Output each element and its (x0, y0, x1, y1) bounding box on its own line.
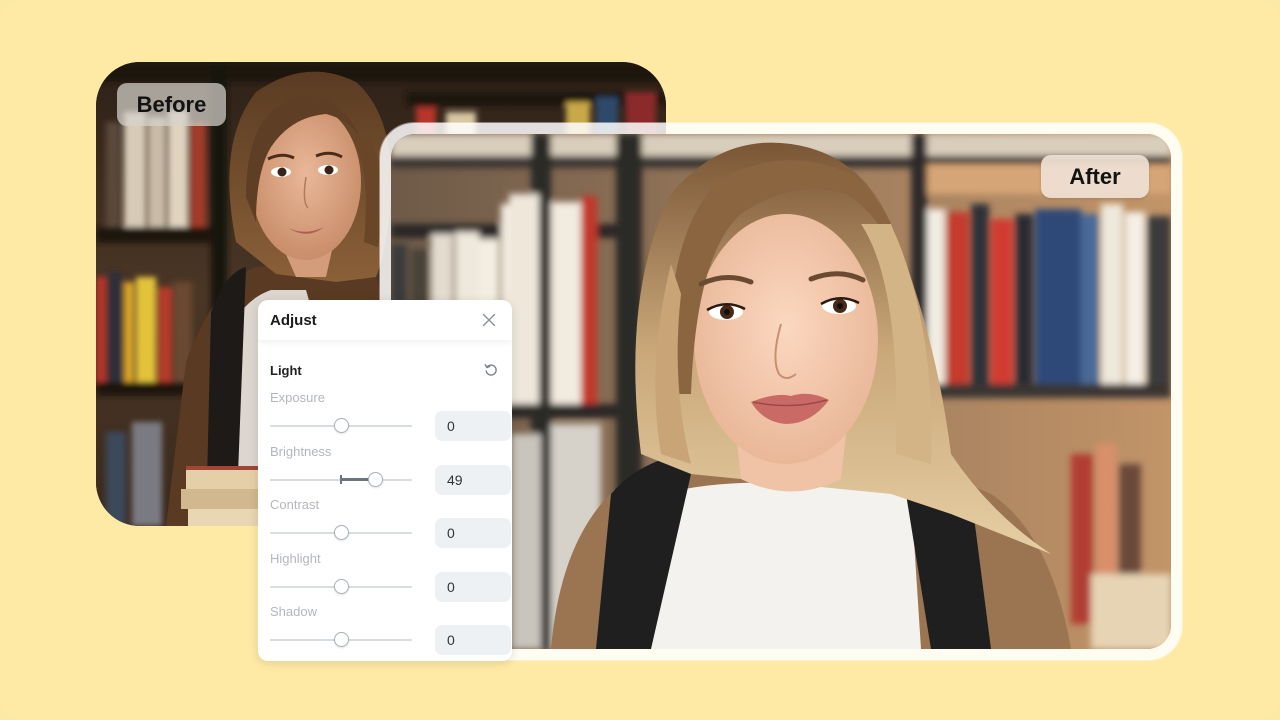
reset-button[interactable] (482, 361, 500, 379)
slider-center-tick (340, 474, 342, 484)
highlight-value-input[interactable] (435, 571, 511, 602)
panel-body: Light Exposure Brightness (258, 340, 512, 658)
slider-thumb[interactable] (368, 471, 384, 487)
brightness-value-input[interactable] (435, 464, 511, 495)
close-icon (482, 313, 496, 327)
reset-icon (484, 364, 497, 376)
exposure-label: Exposure (270, 390, 325, 405)
exposure-value-input[interactable] (435, 411, 511, 441)
panel-header: Adjust (258, 300, 512, 340)
shadow-value-input[interactable] (435, 625, 511, 655)
control-contrast: Contrast (270, 497, 511, 551)
slider-thumb[interactable] (333, 578, 349, 594)
shadow-label: Shadow (270, 604, 317, 619)
before-label: Before (117, 83, 226, 126)
controls-list: Exposure Brightness Contrast (270, 390, 511, 658)
brightness-label: Brightness (270, 443, 332, 459)
after-label: After (1041, 155, 1149, 198)
slider-thumb[interactable] (333, 525, 349, 540)
highlight-slider[interactable] (270, 575, 412, 599)
control-exposure: Exposure (270, 390, 511, 444)
slider-thumb[interactable] (333, 418, 349, 433)
panel-title: Adjust (270, 311, 317, 329)
brightness-slider[interactable] (270, 468, 412, 492)
highlight-label: Highlight (270, 550, 321, 566)
exposure-slider[interactable] (270, 414, 412, 438)
close-button[interactable] (480, 311, 498, 329)
light-section-title: Light (270, 362, 302, 378)
slider-thumb[interactable] (333, 632, 349, 647)
control-brightness: Brightness (270, 443, 511, 498)
light-section-header: Light (270, 340, 500, 390)
contrast-label: Contrast (270, 497, 320, 512)
adjust-panel: Adjust Light Exposure 0 Brightness 49 Co… (258, 300, 512, 661)
control-shadow: Shadow (270, 604, 511, 658)
shadow-slider[interactable] (270, 628, 412, 652)
contrast-slider[interactable] (270, 521, 412, 545)
control-highlight: Highlight (270, 550, 511, 605)
contrast-value-input[interactable] (435, 518, 511, 548)
